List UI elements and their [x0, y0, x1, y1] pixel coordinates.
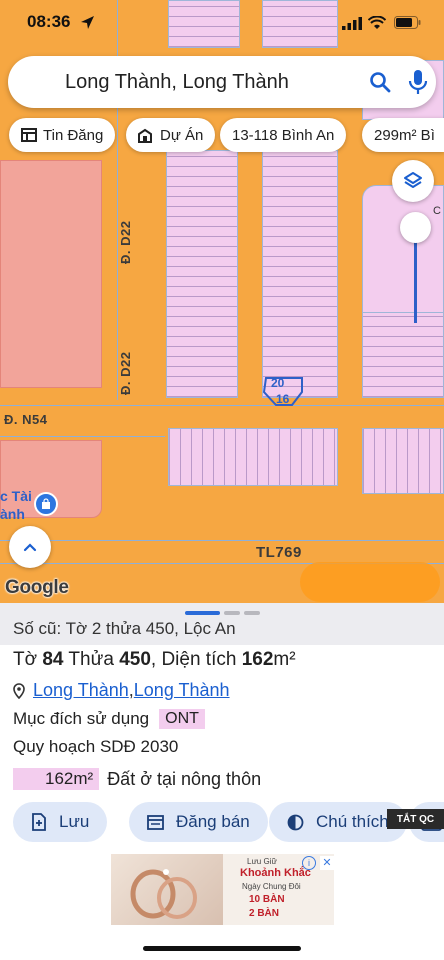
ad-text: Ngày Chung Đôi: [242, 882, 301, 891]
expand-button[interactable]: [9, 526, 51, 568]
layers-icon: [404, 172, 422, 188]
chip-listings[interactable]: Tin Đăng: [9, 118, 116, 152]
area-description: Đất ở tại nông thôn: [107, 768, 262, 789]
area-label: , Diện tích: [150, 649, 242, 670]
sheet-header[interactable]: Số cũ: Tờ 2 thửa 450, Lộc An: [0, 603, 444, 645]
area-value: 162: [241, 649, 274, 670]
location-arrow-icon: [81, 16, 94, 29]
search-box[interactable]: Long Thành, Long Thành: [8, 56, 436, 108]
layers-button[interactable]: [392, 160, 434, 202]
parcel-number-top: 20: [271, 376, 285, 390]
page-dot-active: [185, 611, 220, 615]
chip-parcel-binh-an[interactable]: 13-118 Bình An: [220, 118, 347, 152]
parcel-prefix: Tờ: [13, 649, 43, 670]
residential-lot: [362, 185, 444, 313]
poi-label: c Tài: [0, 488, 32, 504]
ad-banner[interactable]: Lưu Giữ Khoảnh Khắc Ngày Chung Đôi 10 BÀ…: [111, 854, 334, 925]
road-edge: [0, 405, 444, 406]
microphone-icon[interactable]: [407, 68, 429, 96]
road-label-n54: Đ. N54: [4, 412, 48, 427]
post-for-sale-button[interactable]: Đăng bán: [129, 802, 268, 842]
road-label-d22: Đ. D22: [118, 351, 133, 395]
save-button[interactable]: Lưu: [13, 802, 108, 842]
home-indicator[interactable]: [143, 946, 301, 951]
area-unit: m²: [273, 649, 296, 670]
residential-lot: [362, 312, 444, 398]
battery-icon: [394, 16, 421, 29]
residential-lot: [166, 150, 238, 398]
road-edge: [0, 436, 165, 437]
ad-headline: Khoảnh Khắc: [240, 867, 311, 879]
parcel-number-bottom: 16: [276, 392, 290, 406]
residential-lot: [168, 428, 338, 486]
newspaper-icon: [21, 128, 37, 142]
road-label-tl769: TL769: [256, 544, 302, 561]
area-row: 162m² Đất ở tại nông thôn: [13, 768, 261, 790]
page-dot: [244, 611, 260, 615]
ad-rings-image: [111, 854, 223, 925]
chevron-up-icon: [23, 543, 37, 552]
location-link-district[interactable]: Long Thành: [33, 680, 129, 701]
area-badge: 162m²: [13, 768, 100, 790]
status-bar: 08:36: [0, 0, 444, 48]
save-icon: [32, 813, 46, 831]
building-icon: [138, 128, 152, 143]
selected-parcel[interactable]: 20 16: [262, 376, 307, 406]
purpose-code-badge: ONT: [159, 709, 205, 729]
page-indicator[interactable]: [185, 611, 260, 615]
legend-label: Chú thích: [316, 812, 389, 831]
parcel-number: 450: [119, 649, 151, 670]
chip-parcel-area[interactable]: 299m² Bì: [362, 118, 444, 152]
search-icon[interactable]: [368, 70, 392, 94]
residential-lot: [262, 150, 338, 398]
listing-icon: [147, 814, 164, 830]
chip-label: 299m² Bì: [374, 126, 435, 144]
highlight-blob: [300, 562, 440, 602]
ad-info-icon[interactable]: i: [302, 856, 316, 870]
chip-label: 13-118 Bình An: [232, 126, 335, 144]
purpose-label: Mục đích sử dụng: [13, 709, 150, 728]
search-query[interactable]: Long Thành, Long Thành: [65, 71, 289, 94]
road-label-d22: Đ. D22: [118, 220, 133, 264]
contrast-icon: [287, 814, 304, 830]
app-root: 20 16 Đ. D22 Đ. D22 Đ. N54 TL769 C c Tài…: [0, 0, 444, 960]
signal-icon: [342, 17, 362, 30]
parcel-summary: Tờ 84 Thửa 450, Diện tích 162m²: [13, 649, 296, 671]
parcel-info-sheet: Số cũ: Tờ 2 thửa 450, Lộc An Tờ 84 Thửa …: [0, 603, 444, 960]
chip-label: Tin Đăng: [43, 126, 104, 144]
google-logo: Google: [5, 577, 69, 598]
opacity-slider-thumb[interactable]: [400, 212, 431, 243]
ad-close-icon[interactable]: ✕: [320, 856, 334, 870]
land-use-plan: Quy hoạch SDĐ 2030: [13, 737, 179, 756]
ad-offer: 10 BÀN: [249, 894, 285, 905]
sheet-number: 84: [42, 649, 64, 670]
save-label: Lưu: [59, 812, 90, 831]
shopping-bag-icon[interactable]: [34, 492, 58, 516]
poi-label: ành: [0, 506, 25, 522]
parcel-mid: Thửa: [63, 649, 120, 670]
location-row: Long Thành, Long Thành: [13, 680, 230, 701]
ad-offer: 2 BÀN: [249, 908, 280, 919]
purpose-row: Mục đích sử dụng ONT: [13, 709, 205, 729]
status-time: 08:36: [27, 12, 71, 31]
old-parcel-info: Số cũ: Tờ 2 thửa 450, Lộc An: [13, 619, 236, 638]
ad-text: Lưu Giữ: [247, 857, 277, 866]
hide-ads-button[interactable]: TẮT QC: [387, 809, 444, 829]
location-pin-icon: [13, 682, 25, 699]
edge-label: C: [433, 205, 441, 217]
wifi-icon: [368, 16, 386, 29]
chip-projects[interactable]: Dự Án: [126, 118, 216, 152]
chip-label: Dự Án: [160, 126, 204, 144]
post-for-sale-label: Đăng bán: [176, 812, 250, 831]
location-link-commune[interactable]: Long Thành: [134, 680, 230, 701]
residential-lot: [362, 428, 444, 494]
road-edge: [0, 540, 444, 541]
commercial-lot: [0, 160, 102, 388]
page-dot: [224, 611, 240, 615]
